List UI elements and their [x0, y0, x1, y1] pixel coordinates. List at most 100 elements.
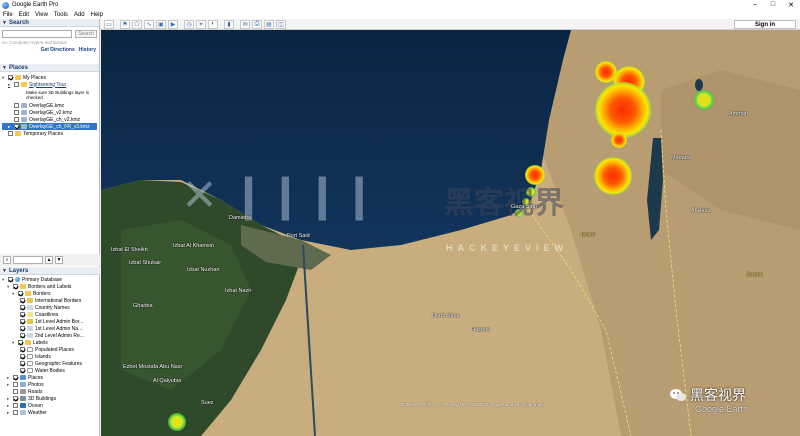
layer-item[interactable]: ▸ Photos	[2, 381, 98, 388]
place-label: Izbat El Sheikh	[111, 247, 148, 253]
places-icon	[20, 375, 26, 380]
layer-item[interactable]: 1st Level Admin Bor...	[2, 318, 98, 325]
place-label: Gaza Strip	[511, 204, 537, 210]
menu-help[interactable]: Help	[91, 12, 103, 18]
path-icon[interactable]: ∿	[144, 19, 154, 29]
layer-item[interactable]: Geographic Features	[2, 360, 98, 367]
layer-item[interactable]: ▾ Borders	[2, 290, 98, 297]
image-overlay-icon[interactable]: ▣	[156, 19, 166, 29]
place-label: Hasana	[471, 327, 490, 333]
attribution-text: Data SIO, NOAA, U.S. Navy, NGA, GEBCO Im…	[401, 402, 546, 407]
menu-file[interactable]: File	[3, 12, 13, 18]
places-panel-header[interactable]: ▼ Places	[0, 64, 99, 72]
sidebar-toggle-icon[interactable]: ▭	[104, 19, 114, 29]
save-image-icon[interactable]: ▤	[264, 19, 274, 29]
collapse-triangle-icon[interactable]: ▼	[2, 65, 7, 71]
tree-item[interactable]: ▾ My Places	[2, 74, 97, 81]
roads-icon	[20, 389, 26, 394]
country-label: Jordan	[746, 272, 763, 278]
layer-item[interactable]: ▾ Borders and Labels	[2, 283, 98, 290]
get-directions-link[interactable]: Get Directions	[41, 47, 75, 53]
layer-item[interactable]: Roads	[2, 388, 98, 395]
history-link[interactable]: History	[79, 47, 96, 53]
search-panel-header[interactable]: ▼ Search	[0, 19, 99, 27]
planets-icon[interactable]: ◐	[208, 19, 218, 29]
tree-item[interactable]: Temporary Places	[2, 130, 97, 137]
layer-item[interactable]: Populated Places	[2, 346, 98, 353]
heatmap-spot	[595, 82, 651, 138]
search-input[interactable]	[2, 30, 72, 38]
up-arrow-icon[interactable]: ▲	[45, 256, 53, 264]
layers-panel-header[interactable]: ▼ Layers	[0, 267, 100, 275]
window-title: Google Earth Pro	[12, 2, 59, 8]
layer-item[interactable]: ▸ Places	[2, 374, 98, 381]
earth-3d-view[interactable]: ✕ ❙❙❙❙ 黑客视界 HACKEYEVIEW Damietta Port Sa…	[101, 30, 800, 436]
search-row: Search	[0, 27, 99, 39]
polygon-icon[interactable]: ⬠	[132, 19, 142, 29]
folder-icon	[15, 131, 21, 136]
search-places-icon[interactable]: ⌕	[3, 256, 11, 264]
wechat-icon	[670, 389, 686, 401]
place-label: Madaba	[671, 155, 691, 161]
tree-item[interactable]: OverlayGE_ch_v2.kmz	[2, 116, 97, 123]
country-label: Israel	[581, 232, 595, 238]
place-label: Damietta	[229, 215, 252, 221]
historical-imagery-icon[interactable]: ◷	[184, 19, 194, 29]
title-bar: Google Earth Pro – □ ✕	[0, 0, 800, 10]
placemark-icon[interactable]: ⚑	[120, 19, 130, 29]
label-icon	[27, 333, 33, 338]
down-arrow-icon[interactable]: ▼	[55, 256, 63, 264]
wechat-watermark: 黑客视界	[670, 385, 746, 405]
place-label: Al Hasa	[691, 208, 711, 214]
tree-item-selected[interactable]: ▸ OverlayGE_ch_FR_v3.kmz	[2, 123, 97, 130]
layer-item[interactable]: International Borders	[2, 297, 98, 304]
watermark-brand: 黑客视界	[444, 187, 564, 220]
menu-view[interactable]: View	[35, 12, 48, 18]
layer-item[interactable]: ▸ Weather	[2, 409, 98, 416]
dot-icon	[27, 361, 33, 366]
minimize-icon[interactable]: –	[746, 1, 764, 9]
layer-item[interactable]: ▸ 3D Buildings	[2, 395, 98, 402]
kmz-icon	[21, 117, 27, 122]
layer-item[interactable]: 1st Level Admin Na...	[2, 325, 98, 332]
label-icon	[27, 326, 33, 331]
layer-item[interactable]: Islands	[2, 353, 98, 360]
collapse-triangle-icon[interactable]: ▼	[2, 20, 7, 26]
search-button[interactable]: Search	[75, 30, 97, 38]
sunlight-icon[interactable]: ☀	[196, 19, 206, 29]
maximize-icon[interactable]: □	[764, 1, 782, 9]
layer-item[interactable]: Coastlines	[2, 311, 98, 318]
tree-item[interactable]: ▸ Sightseeing Tour	[2, 81, 97, 88]
menu-tools[interactable]: Tools	[54, 12, 68, 18]
layer-item[interactable]: 2nd Level Admin Re...	[2, 332, 98, 339]
view-in-maps-icon[interactable]: ◫	[276, 19, 286, 29]
folder-icon	[25, 291, 31, 296]
email-icon[interactable]: ✉	[240, 19, 250, 29]
tree-item[interactable]: OverlayGE.kmz	[2, 102, 97, 109]
heatmap-spot	[594, 157, 632, 195]
satellite-imagery	[101, 30, 800, 436]
layer-item[interactable]: Country Names	[2, 304, 98, 311]
kmz-icon	[21, 110, 27, 115]
menu-edit[interactable]: Edit	[19, 12, 29, 18]
sign-in-button[interactable]: Sign in	[734, 20, 796, 29]
border-icon	[27, 298, 33, 303]
ruler-icon[interactable]: ▮	[224, 19, 234, 29]
close-icon[interactable]: ✕	[782, 1, 800, 9]
folder-icon	[20, 284, 26, 289]
layer-item[interactable]: ▾ Labels	[2, 339, 98, 346]
tree-item[interactable]: OverlayGE_v2.kmz	[2, 109, 97, 116]
print-icon[interactable]: ⎙	[252, 19, 262, 29]
layer-item[interactable]: Water Bodies	[2, 367, 98, 374]
buildings-icon	[20, 396, 26, 401]
place-label: North Sinai	[432, 313, 460, 319]
places-filter-input[interactable]	[13, 256, 43, 264]
collapse-triangle-icon[interactable]: ▼	[2, 268, 7, 274]
record-tour-icon[interactable]: ▶	[168, 19, 178, 29]
dot-icon	[27, 347, 33, 352]
tree-item-note: Make sure 3D Buildings layer is checked	[26, 90, 90, 100]
menu-add[interactable]: Add	[74, 12, 85, 18]
search-example-text: ex: Computer Hypee mal Boston	[2, 40, 68, 45]
layer-item[interactable]: ▾ Primary Database	[2, 276, 98, 283]
layer-item[interactable]: ▸ Ocean	[2, 402, 98, 409]
